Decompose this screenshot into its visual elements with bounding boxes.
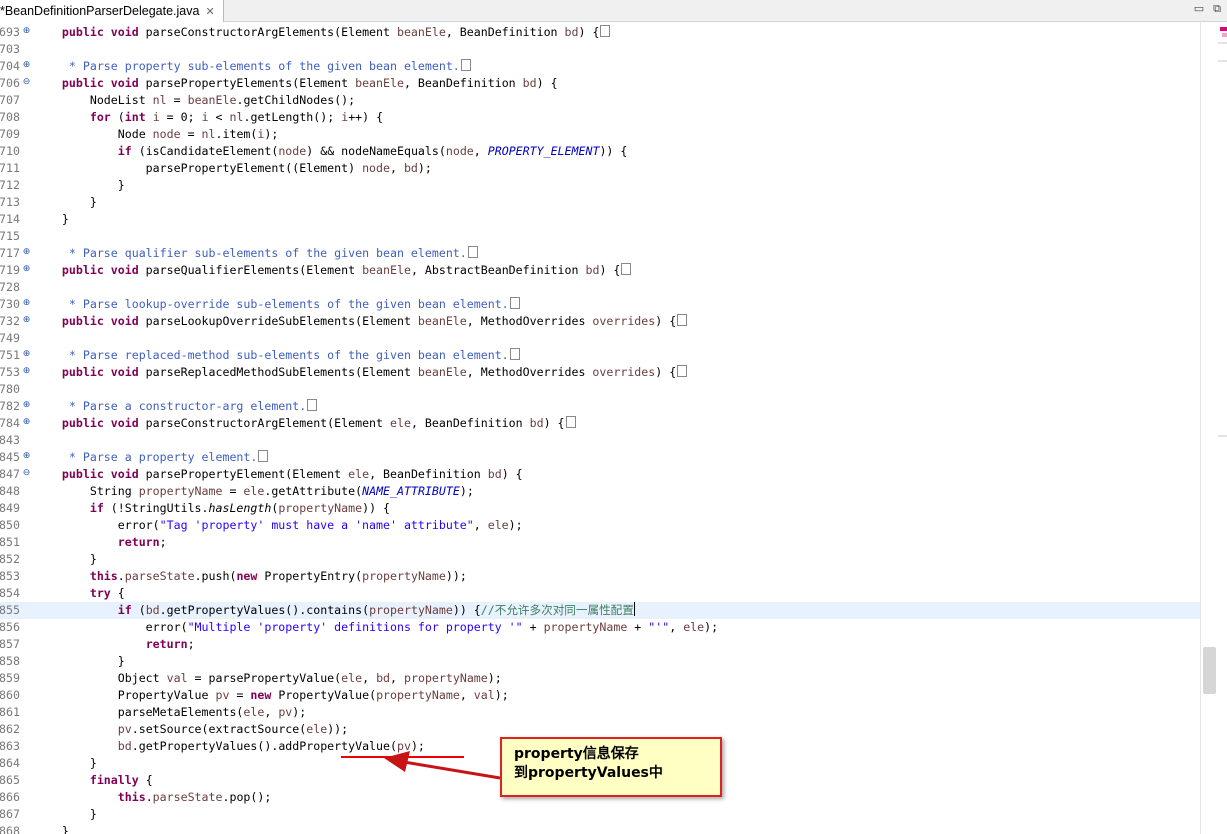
annotation-callout: property信息保存 到propertyValues中 — [500, 737, 722, 797]
annotation-arrow-icon — [384, 751, 501, 780]
callout-line-2: 到propertyValues中 — [514, 765, 663, 781]
callout-line-1: property信息保存 — [514, 746, 639, 762]
